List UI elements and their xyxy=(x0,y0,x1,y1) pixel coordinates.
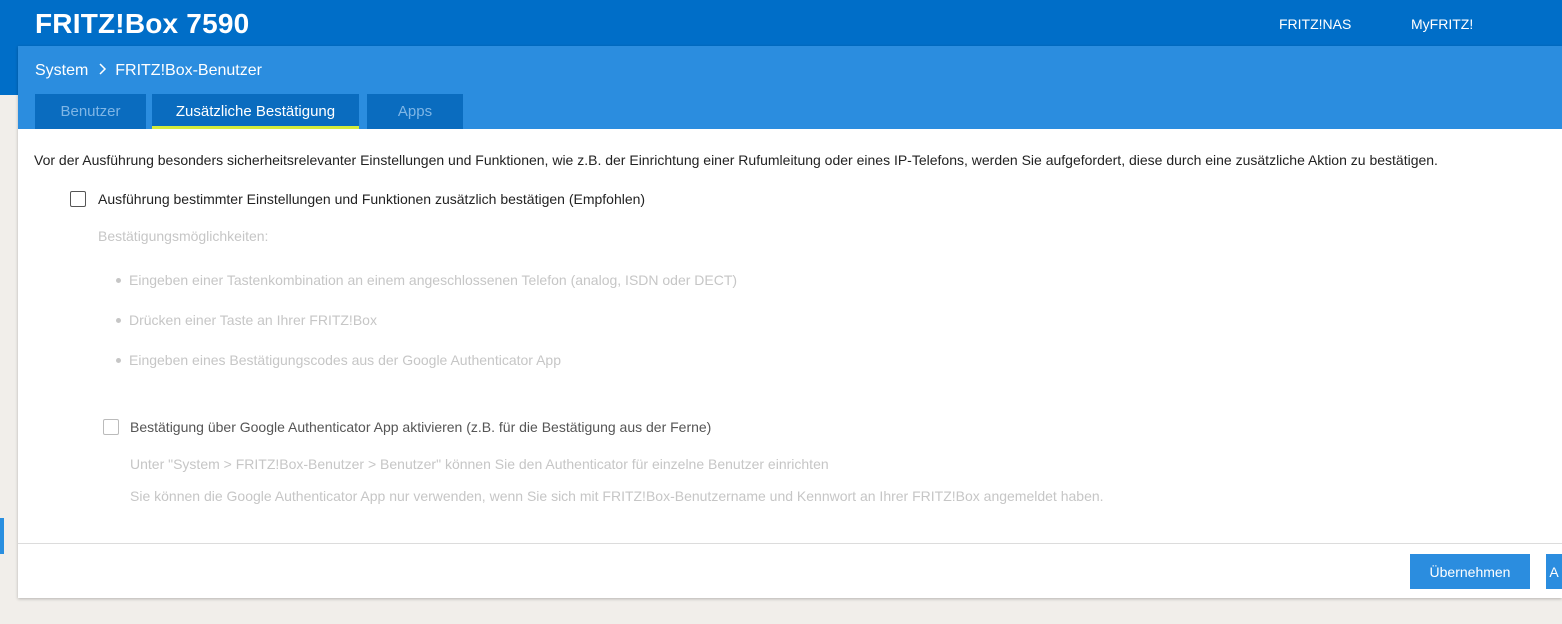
list-item: Drücken einer Taste an Ihrer FRITZ!Box xyxy=(116,312,377,328)
brand-title: FRITZ!Box 7590 xyxy=(35,8,250,39)
tab-label: Apps xyxy=(397,103,433,120)
breadcrumb-section[interactable]: System xyxy=(35,62,88,79)
tab-label: Zusätzliche Bestätigung xyxy=(175,103,336,120)
confirm-checkbox-label[interactable]: Ausführung bestimmter Einstellungen und … xyxy=(98,191,645,207)
option-text: Eingeben eines Bestätigungscodes aus der… xyxy=(129,352,561,368)
authenticator-checkbox[interactable] xyxy=(103,419,119,435)
breadcrumb: System FRITZ!Box-Benutzer xyxy=(35,62,262,80)
tab-zusaetzliche-bestaetigung[interactable]: Zusätzliche Bestätigung xyxy=(152,94,359,129)
option-text: Drücken einer Taste an Ihrer FRITZ!Box xyxy=(129,312,377,328)
tab-label: Benutzer xyxy=(60,103,121,120)
bullet-icon xyxy=(116,317,121,323)
chevron-right-icon xyxy=(94,62,111,79)
tab-benutzer[interactable]: Benutzer xyxy=(35,94,146,129)
authenticator-note-2: Sie können die Google Authenticator App … xyxy=(130,488,1104,504)
next-button-partial[interactable]: A xyxy=(1546,554,1562,589)
authenticator-checkbox-label[interactable]: Bestätigung über Google Authenticator Ap… xyxy=(130,419,711,435)
apply-button[interactable]: Übernehmen xyxy=(1410,554,1530,589)
fritz-nas-link[interactable]: FRITZ!NAS xyxy=(1279,16,1351,32)
list-item: Eingeben einer Tastenkombination an eine… xyxy=(116,272,737,288)
authenticator-note-1: Unter "System > FRITZ!Box-Benutzer > Ben… xyxy=(130,456,829,472)
myfritz-link[interactable]: MyFRITZ! xyxy=(1411,16,1473,32)
bullet-icon xyxy=(116,357,121,363)
list-item: Eingeben eines Bestätigungscodes aus der… xyxy=(116,352,561,368)
bullet-icon xyxy=(116,277,121,283)
tab-apps[interactable]: Apps xyxy=(367,94,463,129)
footer-divider xyxy=(18,543,1562,544)
main-panel: System FRITZ!Box-Benutzer Benutzer Zusät… xyxy=(18,46,1562,598)
confirm-checkbox[interactable] xyxy=(70,191,86,207)
breadcrumb-page: FRITZ!Box-Benutzer xyxy=(115,62,262,79)
options-heading: Bestätigungsmöglichkeiten: xyxy=(98,228,269,244)
left-accent-bar xyxy=(0,518,4,554)
option-text: Eingeben einer Tastenkombination an eine… xyxy=(129,272,738,288)
intro-text: Vor der Ausführung besonders sicherheits… xyxy=(34,152,1438,168)
panel-header: System FRITZ!Box-Benutzer Benutzer Zusät… xyxy=(18,46,1562,129)
